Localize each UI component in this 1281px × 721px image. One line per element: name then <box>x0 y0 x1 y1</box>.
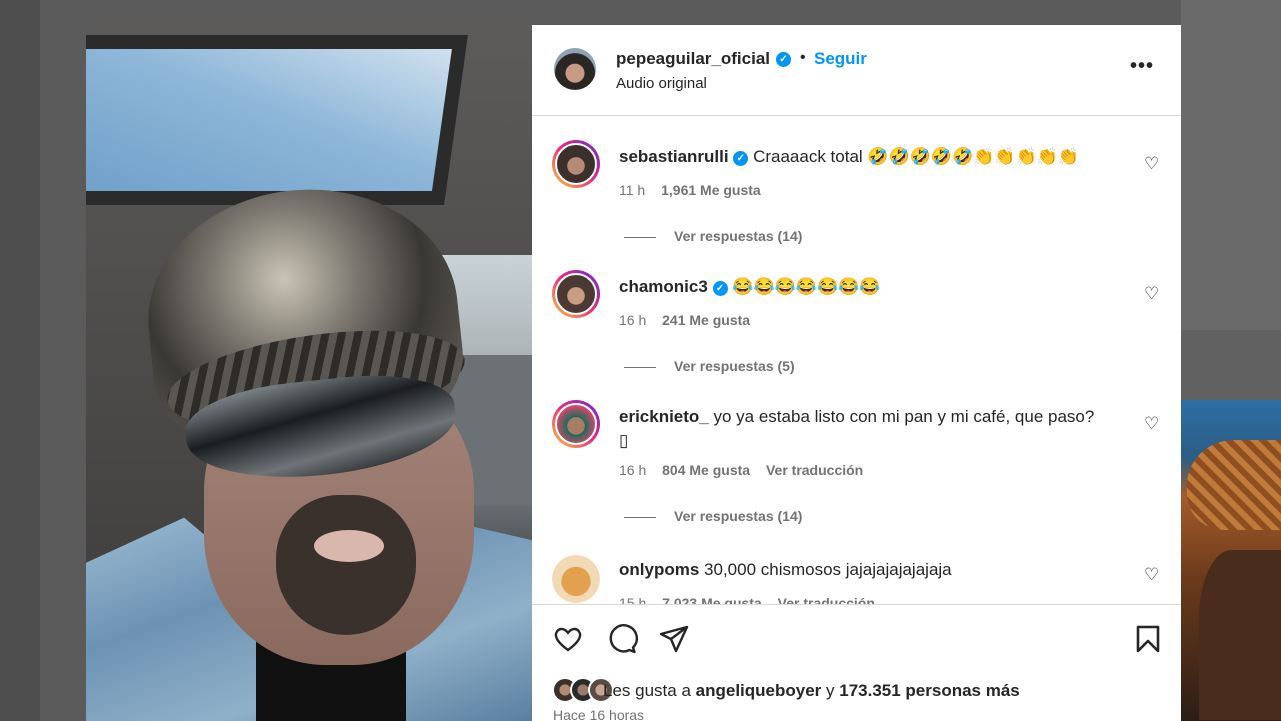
video-sunroof <box>86 35 468 205</box>
commenter-avatar[interactable] <box>552 555 600 603</box>
comment-text: onlypoms 30,000 chismosos jajajajajajaja… <box>619 560 952 580</box>
video-goatee <box>276 495 416 635</box>
thumbnail-face <box>1199 550 1281 720</box>
page-backdrop-right <box>1181 0 1281 330</box>
comment-likes[interactable]: 7,023 Me gusta <box>662 595 762 604</box>
background-post-thumbnail[interactable] <box>1181 400 1281 721</box>
comment-heart-icon[interactable]: ♡ <box>1144 565 1159 585</box>
page-backdrop-left <box>0 0 40 721</box>
post-header: pepeaguilar_oficial ✓ • Seguir Audio ori… <box>532 25 1181 116</box>
header-separator: • <box>800 49 806 66</box>
view-replies-button[interactable]: Ver respuestas (14) <box>624 228 802 244</box>
comment-body: yo ya estaba listo con mi pan y mi café,… <box>713 407 1095 426</box>
comment-heart-icon[interactable]: ♡ <box>1144 414 1159 434</box>
replies-divider <box>624 236 656 238</box>
commenter-avatar[interactable] <box>552 270 600 318</box>
verified-badge-icon: ✓ <box>712 281 728 296</box>
comment-text: ericknieto_ yo ya estaba listo con mi pa… <box>619 407 1094 451</box>
see-translation-link[interactable]: Ver traducción <box>766 462 863 478</box>
view-replies-button[interactable]: Ver respuestas (5) <box>624 358 795 374</box>
author-avatar[interactable] <box>554 48 596 90</box>
comment-text: chamonic3 ✓ 😂😂😂😂😂😂😂 <box>619 277 880 297</box>
comment-body: 😂😂😂😂😂😂😂 <box>732 277 881 296</box>
more-options-icon[interactable]: ••• <box>1130 55 1154 78</box>
comment-likes[interactable]: 241 Me gusta <box>662 312 750 328</box>
commenter-avatar[interactable] <box>552 140 600 188</box>
commenter-username[interactable]: sebastianrulli <box>619 147 729 166</box>
follow-button[interactable]: Seguir <box>814 49 867 69</box>
post-modal: pepeaguilar_oficial ✓ • Seguir Audio ori… <box>86 25 1181 721</box>
page-backdrop-right-mid <box>1181 330 1281 400</box>
liked-by-user[interactable]: angeliqueboyer <box>696 681 822 700</box>
verified-badge-icon: ✓ <box>733 151 749 166</box>
comment-meta: 15 h 7,023 Me gusta Ver traducción <box>619 595 887 604</box>
comment-body: 30,000 chismosos jajajajajajajaja <box>704 560 952 579</box>
post-actions: Les gusta a angeliqueboyer y 173.351 per… <box>532 604 1181 721</box>
view-replies-label: Ver respuestas (5) <box>674 358 795 374</box>
commenter-username[interactable]: ericknieto_ <box>619 407 709 426</box>
comment-meta: 11 h 1,961 Me gusta <box>619 182 773 198</box>
replies-divider <box>624 366 656 368</box>
reel-video[interactable] <box>86 25 532 721</box>
view-replies-button[interactable]: Ver respuestas (14) <box>624 508 802 524</box>
save-bookmark-icon[interactable] <box>1132 623 1164 655</box>
comment-heart-icon[interactable]: ♡ <box>1144 154 1159 174</box>
comment-time[interactable]: 16 h <box>619 312 646 328</box>
liked-by-conjunction: y <box>826 681 835 700</box>
liked-by-count[interactable]: 173.351 personas más <box>839 681 1020 700</box>
commenter-username[interactable]: onlypoms <box>619 560 699 579</box>
comment-meta: 16 h 804 Me gusta Ver traducción <box>619 462 875 478</box>
comment-meta: 16 h 241 Me gusta <box>619 312 762 328</box>
comment-time[interactable]: 11 h <box>619 182 645 198</box>
comments-list[interactable]: sebastianrulli ✓ Craaaack total 🤣🤣🤣🤣🤣👏👏👏… <box>532 117 1181 604</box>
view-replies-label: Ver respuestas (14) <box>674 228 803 244</box>
comment-icon[interactable] <box>606 623 638 655</box>
author-username[interactable]: pepeaguilar_oficial <box>616 49 770 69</box>
comment-time[interactable]: 15 h <box>619 595 646 604</box>
comment-likes[interactable]: 804 Me gusta <box>662 462 750 478</box>
commenter-username[interactable]: chamonic3 <box>619 277 708 296</box>
replies-divider <box>624 516 656 518</box>
liked-by-prefix: Les gusta a <box>603 681 691 700</box>
post-timestamp[interactable]: Hace 16 horas <box>553 707 644 721</box>
share-send-icon[interactable] <box>658 623 690 655</box>
video-mouth <box>314 530 384 562</box>
like-heart-icon[interactable] <box>552 623 584 655</box>
comment-text: sebastianrulli ✓ Craaaack total 🤣🤣🤣🤣🤣👏👏👏… <box>619 147 1079 167</box>
audio-link[interactable]: Audio original <box>616 75 707 92</box>
see-translation-link[interactable]: Ver traducción <box>778 595 875 604</box>
comment-likes[interactable]: 1,961 Me gusta <box>661 182 761 198</box>
post-side-panel: pepeaguilar_oficial ✓ • Seguir Audio ori… <box>532 25 1181 721</box>
commenter-avatar[interactable] <box>552 400 600 448</box>
comment-time[interactable]: 16 h <box>619 462 646 478</box>
comment-body: Craaaack total 🤣🤣🤣🤣🤣👏👏👏👏👏 <box>753 147 1080 166</box>
thumbnail-hat <box>1187 440 1281 530</box>
verified-badge-icon: ✓ <box>776 52 791 67</box>
view-replies-label: Ver respuestas (14) <box>674 508 803 524</box>
comment-heart-icon[interactable]: ♡ <box>1144 284 1159 304</box>
comment-body-line2: ▯ <box>619 431 629 450</box>
liked-by-summary: Les gusta a angeliqueboyer y 173.351 per… <box>603 681 1020 701</box>
